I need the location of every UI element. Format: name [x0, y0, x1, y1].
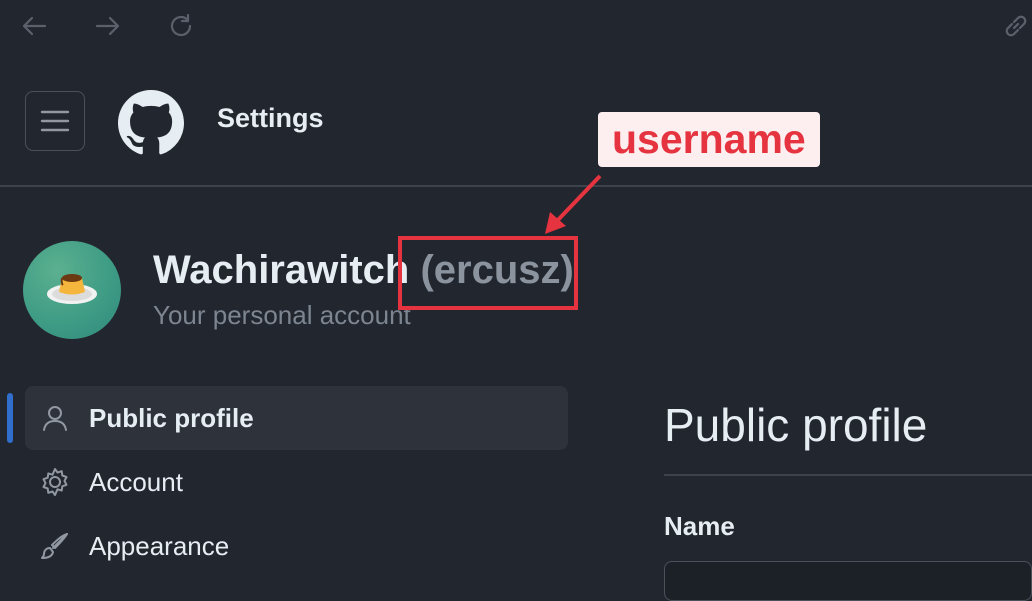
active-indicator: [7, 393, 13, 443]
section-title: Public profile: [664, 399, 928, 451]
name-field-label: Name: [664, 511, 735, 541]
sidebar-item-appearance[interactable]: Appearance: [25, 514, 568, 578]
page-title: Settings: [217, 103, 324, 133]
browser-toolbar: [0, 0, 1032, 56]
github-octocat-icon[interactable]: [118, 90, 184, 156]
sidebar-item-label: Public profile: [89, 402, 254, 433]
account-subtitle: Your personal account: [153, 300, 411, 330]
arrow-left-icon: [22, 16, 47, 36]
copy-link-button[interactable]: [998, 8, 1032, 44]
reload-icon: [170, 13, 192, 37]
back-button[interactable]: [16, 8, 52, 44]
username-highlight-box: [398, 236, 578, 310]
sidebar-item-account[interactable]: Account: [25, 450, 568, 514]
forward-button[interactable]: [90, 8, 126, 44]
sidebar-item-label: Appearance: [89, 530, 230, 561]
menu-button[interactable]: [25, 91, 85, 151]
hamburger-icon: [40, 110, 70, 132]
name-input[interactable]: [664, 561, 1032, 601]
divider: [664, 474, 1032, 476]
flan-pudding-avatar: [47, 274, 97, 304]
person-icon: [39, 402, 71, 434]
settings-header: Settings: [0, 56, 1032, 187]
gear-icon: [39, 466, 71, 498]
arrow-right-icon: [95, 16, 120, 36]
reload-button[interactable]: [163, 8, 199, 44]
link-icon: [1005, 15, 1027, 37]
avatar[interactable]: [23, 241, 121, 339]
sidebar-item-label: Account: [89, 466, 183, 497]
sidebar-item-public-profile[interactable]: Public profile: [25, 386, 568, 450]
annotation-label: username: [598, 112, 820, 167]
display-name: Wachirawitch: [153, 248, 410, 292]
paintbrush-icon: [39, 530, 71, 562]
